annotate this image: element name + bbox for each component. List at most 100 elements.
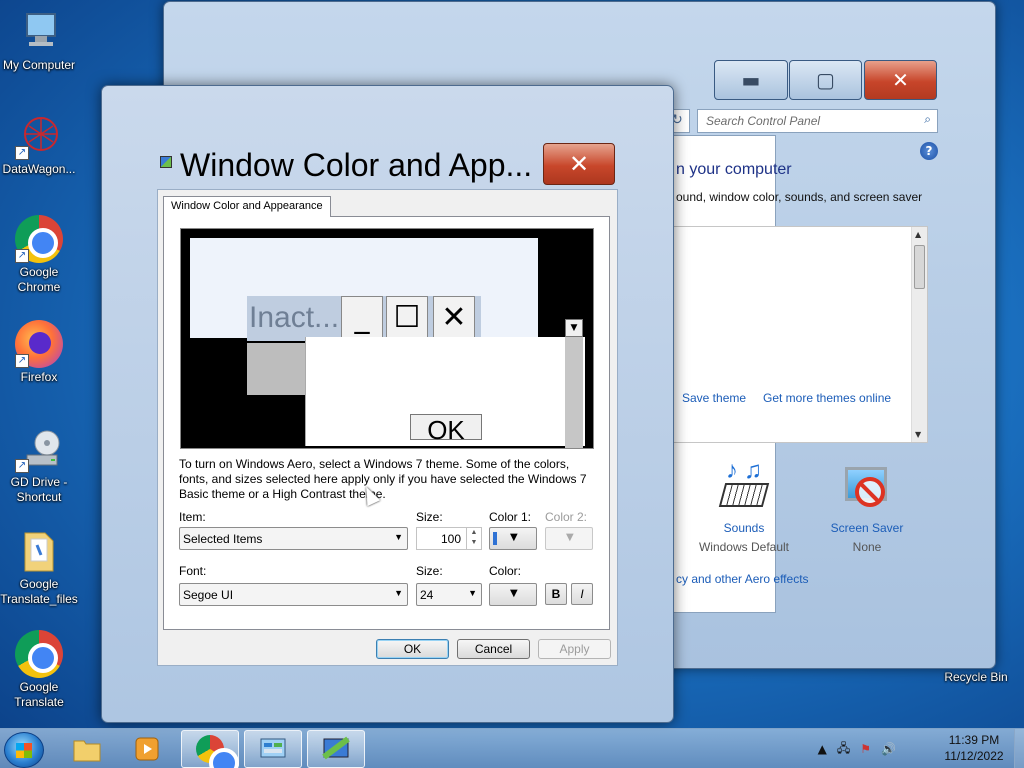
preview-ok-button: OK (410, 414, 482, 445)
close-icon: ✕ (892, 68, 909, 92)
chevron-down-icon: ▼ (510, 532, 518, 543)
color2-button: ▼ (545, 527, 593, 550)
chrome-icon (15, 630, 63, 678)
spin-arrows-icon[interactable]: ▲ ▼ (466, 528, 481, 549)
screen-saver-icon (841, 463, 893, 515)
taskbar-clock[interactable]: 11:39 PM 11/12/2022 (935, 732, 1013, 764)
italic-button[interactable]: I (571, 583, 593, 605)
screen-saver-value: None (852, 540, 882, 554)
action-center-flag-icon[interactable]: ⚑ (860, 742, 871, 756)
ok-button[interactable]: OK (376, 639, 449, 659)
desktop-icon-google-translate[interactable]: Google Translate (0, 630, 78, 710)
preview-inactive-title: Inact... (249, 301, 340, 334)
bold-button[interactable]: B (545, 583, 567, 605)
scrollbar-thumb[interactable] (914, 245, 925, 289)
theme-list[interactable]: ▲ ▼ (673, 226, 928, 443)
minimize-icon: ▬ (741, 68, 761, 92)
font-size-label: Size: (416, 564, 443, 578)
chevron-down-icon: ▼ (394, 588, 403, 598)
clock-time: 11:39 PM (948, 733, 1000, 747)
desktop-icon-recycle-bin[interactable]: Recycle Bin (936, 670, 1016, 685)
preview-window-body (247, 343, 307, 395)
preview-close-icon: ✕ (433, 296, 475, 341)
close-icon: ✕ (568, 150, 590, 178)
preview-maximize-icon: ☐ (386, 296, 428, 341)
desktop-icon-gd-drive[interactable]: ↗ GD Drive - Shortcut (0, 425, 78, 505)
item-size-value: 100 (440, 532, 461, 546)
item-select[interactable]: Selected Items ▼ (179, 527, 408, 550)
desktop-icon-label: Google Translate (14, 680, 64, 709)
font-color-button[interactable]: ▼ (489, 583, 537, 606)
sounds-title: Sounds (723, 521, 765, 535)
color1-swatch (493, 532, 497, 545)
taskbar-appearance[interactable] (307, 730, 365, 768)
minimize-button[interactable]: ▬ (714, 60, 788, 100)
taskbar-chrome[interactable] (181, 730, 239, 768)
desktop-icon-label: Google Translate_files (0, 577, 78, 606)
color1-label: Color 1: (489, 510, 532, 524)
show-hidden-icons-icon[interactable]: ▲ (818, 742, 827, 756)
apply-button: Apply (538, 639, 611, 659)
color2-label: Color 2: (545, 510, 588, 524)
desktop-icon-google-translate-files[interactable]: Google Translate_files (0, 527, 78, 607)
maximize-icon: ▢ (816, 68, 835, 92)
taskbar-media-player[interactable] (118, 730, 176, 768)
folder-icon (15, 527, 63, 575)
desktop-icon-firefox[interactable]: ↗ Firefox (0, 320, 78, 385)
chevron-down-icon: ▼ (394, 532, 403, 542)
get-more-themes-link[interactable]: Get more themes online (763, 391, 891, 405)
taskbar-control-panel[interactable] (244, 730, 302, 768)
aero-effects-link[interactable]: cy and other Aero effects (676, 572, 809, 586)
font-select[interactable]: Segoe UI ▼ (179, 583, 408, 606)
desktop-icon-datawagon[interactable]: ↗ DataWagon... (0, 112, 78, 177)
save-theme-link[interactable]: Save theme (682, 391, 746, 405)
sounds-value: Windows Default (698, 540, 790, 554)
theme-list-scrollbar[interactable]: ▲ ▼ (911, 227, 927, 442)
control-panel-icon (260, 738, 286, 758)
sounds-item[interactable]: ♪ ♫ Sounds Windows Default (689, 457, 799, 554)
font-size-select[interactable]: 24 ▼ (416, 583, 482, 606)
maximize-button[interactable]: ▢ (789, 60, 862, 100)
dialog-close-button[interactable]: ✕ (543, 143, 615, 185)
desktop-icon-label: Google Chrome (17, 265, 61, 294)
preview-dropdown-icon: ▼ (565, 319, 583, 337)
scroll-up-icon[interactable]: ▲ (915, 230, 921, 239)
close-button[interactable]: ✕ (864, 60, 937, 100)
font-size-value: 24 (420, 588, 434, 602)
drive-icon: ↗ (15, 425, 63, 473)
desktop-icon-label: Firefox (20, 370, 58, 384)
computer-icon (15, 8, 63, 56)
item-label: Item: (179, 510, 206, 524)
screen-saver-item[interactable]: Screen Saver None (812, 463, 922, 554)
page-heading: n your computer (676, 161, 792, 178)
appearance-preview[interactable]: Inact... _ ☐ ✕ ▼ OK (180, 228, 594, 449)
color1-button[interactable]: ▼ (489, 527, 537, 550)
help-icon[interactable]: ? (920, 142, 938, 160)
desktop-icon-google-chrome[interactable]: ↗ Google Chrome (0, 215, 78, 295)
taskbar: ▲ 🖧 ⚑ 🔊 (0, 728, 1024, 768)
scroll-down-icon[interactable]: ▼ (915, 430, 921, 439)
chevron-down-icon: ▼ (468, 588, 477, 598)
dialog-title: Window Color and App... (180, 147, 533, 183)
desktop-icon-label: GD Drive - Shortcut (10, 475, 68, 504)
desktop-icon-label: DataWagon... (2, 162, 76, 176)
desktop-icon-my-computer[interactable]: My Computer (0, 8, 78, 73)
media-player-icon (135, 737, 159, 761)
show-desktop-button[interactable] (1014, 729, 1024, 768)
cancel-button[interactable]: Cancel (457, 639, 530, 659)
search-placeholder: Search Control Panel (706, 114, 821, 128)
desktop-icon-label: My Computer (2, 58, 76, 72)
clock-date: 11/12/2022 (944, 749, 1004, 763)
network-icon[interactable]: 🖧 (837, 739, 850, 760)
taskbar-explorer[interactable] (58, 730, 116, 768)
font-select-value: Segoe UI (183, 588, 234, 602)
volume-icon[interactable]: 🔊 (881, 742, 896, 756)
search-input[interactable]: Search Control Panel ⌕ (697, 109, 938, 133)
datawagon-icon: ↗ (15, 112, 63, 160)
tab-window-color-appearance[interactable]: Window Color and Appearance (163, 196, 331, 217)
item-size-stepper[interactable]: 100 ▲ ▼ (416, 527, 482, 550)
folder-icon (73, 740, 101, 762)
chrome-icon: ↗ (15, 215, 63, 263)
start-button[interactable] (4, 732, 44, 768)
appearance-icon (322, 736, 350, 760)
